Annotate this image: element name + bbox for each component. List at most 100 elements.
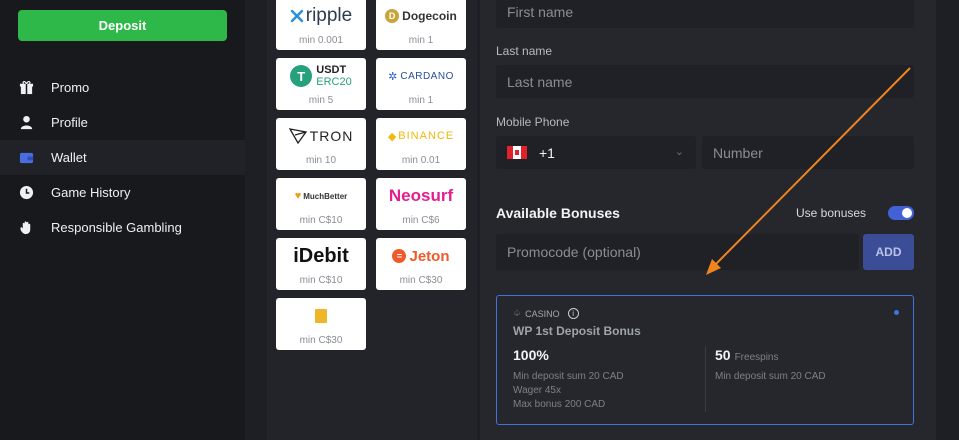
binance-logo: ◆ BINANCE xyxy=(376,122,466,150)
cardano-min: min 1 xyxy=(408,95,434,106)
muchbetter-logo: ♥ MuchBetter xyxy=(276,182,366,210)
dogecoin-icon: D xyxy=(385,9,400,23)
first-name-field[interactable]: First name xyxy=(496,0,914,28)
payment-method-neosurf[interactable]: Neosurf min C$6 xyxy=(376,178,466,230)
payment-method-usdt-erc20[interactable]: T USDT ERC20 min 5 xyxy=(276,58,366,110)
sidebar-item-game-history[interactable]: Game History xyxy=(0,175,245,210)
other-method-min: min C$30 xyxy=(299,335,343,346)
neosurf-logo: Neosurf xyxy=(376,182,466,210)
dogecoin-name: Dogecoin xyxy=(402,9,457,23)
muchbetter-name: MuchBetter xyxy=(303,191,348,201)
use-bonuses-label: Use bonuses xyxy=(796,206,867,220)
sidebar-item-responsible-gambling[interactable]: Responsible Gambling xyxy=(0,210,245,245)
muchbetter-min: min C$10 xyxy=(299,215,343,226)
sidebar: Deposit Promo Profile Wallet Game Histor… xyxy=(0,0,245,440)
tron-min: min 10 xyxy=(305,155,336,166)
bonus-category: ♤ CASINO i xyxy=(513,308,579,319)
payment-method-ripple[interactable]: ripple min 0.001 xyxy=(276,0,366,50)
info-icon[interactable]: i xyxy=(567,308,579,319)
payment-method-tron[interactable]: TRON min 10 xyxy=(276,118,366,170)
neosurf-min: min C$6 xyxy=(402,215,440,226)
freespins-label: Freespins xyxy=(734,352,779,363)
phone-number-placeholder: Number xyxy=(713,144,763,161)
deposit-form: First name Last name Last name Mobile Ph… xyxy=(480,0,936,440)
gift-icon xyxy=(18,80,34,96)
tether-icon: T xyxy=(290,65,313,87)
sidebar-item-label: Game History xyxy=(51,185,131,200)
wallet-icon xyxy=(18,150,34,166)
last-name-field[interactable]: Last name xyxy=(496,65,914,98)
bonus-divider xyxy=(705,346,706,412)
binance-icon: ◆ xyxy=(387,130,397,143)
dogecoin-min: min 1 xyxy=(408,35,434,46)
usdt-logo: T USDT ERC20 xyxy=(276,62,366,90)
erc20-name: ERC20 xyxy=(316,76,352,88)
payment-method-dogecoin[interactable]: D Dogecoin min 1 xyxy=(376,0,466,50)
wallet-page: Deposit Promo Profile Wallet Game Histor… xyxy=(0,0,959,440)
sidebar-item-label: Responsible Gambling xyxy=(51,220,182,235)
ripple-logo: ripple xyxy=(276,2,366,30)
bonus-percent: 100% xyxy=(513,347,549,363)
phone-country-code: +1 xyxy=(539,144,555,161)
dogecoin-logo: D Dogecoin xyxy=(376,2,466,30)
bonus-card[interactable]: ♤ CASINO i WP 1st Deposit Bonus 100% Min… xyxy=(496,295,914,425)
idebit-min: min C$10 xyxy=(299,275,343,286)
payment-methods-panel: ripple min 0.001 D Dogecoin min 1 T USDT… xyxy=(267,0,477,440)
cardano-name: CARDANO xyxy=(400,70,454,82)
card-icon xyxy=(315,309,327,323)
hand-icon xyxy=(18,220,34,236)
payment-method-binance[interactable]: ◆ BINANCE min 0.01 xyxy=(376,118,466,170)
cardano-logo: ✲ CARDANO xyxy=(376,62,466,90)
freespins-count: 50 xyxy=(715,347,731,363)
muchbetter-icon: ♥ xyxy=(294,190,302,202)
jeton-icon: = xyxy=(392,249,407,263)
payment-method-other[interactable]: min C$30 xyxy=(276,298,366,350)
right-gutter xyxy=(936,0,959,440)
use-bonuses-toggle[interactable] xyxy=(888,206,914,220)
ripple-min: min 0.001 xyxy=(299,35,343,46)
first-name-placeholder: First name xyxy=(507,3,574,20)
last-name-label: Last name xyxy=(496,44,553,58)
payment-method-cardano[interactable]: ✲ CARDANO min 1 xyxy=(376,58,466,110)
promocode-input[interactable]: Promocode (optional) xyxy=(496,234,859,270)
binance-name: BINANCE xyxy=(398,130,455,142)
tron-icon xyxy=(288,128,307,144)
jeton-min: min C$30 xyxy=(399,275,443,286)
usdt-min: min 5 xyxy=(308,95,334,106)
deposit-button[interactable]: Deposit xyxy=(18,10,227,41)
payment-method-jeton[interactable]: = Jeton min C$30 xyxy=(376,238,466,290)
sidebar-item-profile[interactable]: Profile xyxy=(0,105,245,140)
tron-name: TRON xyxy=(309,128,354,144)
cardano-icon: ✲ xyxy=(388,70,398,83)
last-name-placeholder: Last name xyxy=(507,73,573,90)
sidebar-nav: Promo Profile Wallet Game History Respon… xyxy=(0,70,245,245)
payment-method-muchbetter[interactable]: ♥ MuchBetter min C$10 xyxy=(276,178,366,230)
other-method-logo xyxy=(276,302,366,330)
bonus-min-deposit: Min deposit sum 20 CAD xyxy=(513,371,624,382)
bonus-name: WP 1st Deposit Bonus xyxy=(513,324,641,338)
jeton-logo: = Jeton xyxy=(376,242,466,270)
chevron-down-icon: ⌄ xyxy=(674,146,684,158)
sidebar-item-label: Promo xyxy=(51,80,90,95)
idebit-name: iDebit xyxy=(293,244,349,267)
available-bonuses-title: Available Bonuses xyxy=(496,205,620,221)
casino-icon: ♤ xyxy=(513,308,522,318)
jeton-name: Jeton xyxy=(409,247,450,265)
usdt-name: USDT xyxy=(316,64,347,76)
add-promocode-button[interactable]: ADD xyxy=(863,234,914,270)
sidebar-item-label: Profile xyxy=(51,115,88,130)
phone-number-field[interactable]: Number xyxy=(702,136,914,169)
freespins-min-deposit: Min deposit sum 20 CAD xyxy=(715,371,826,382)
mobile-phone-label: Mobile Phone xyxy=(496,115,570,129)
bonus-terms: Min deposit sum 20 CAD Wager 45x Max bon… xyxy=(513,370,624,412)
canada-flag-icon xyxy=(507,146,527,159)
bonus-wager: Wager 45x xyxy=(513,385,561,396)
sidebar-item-wallet[interactable]: Wallet xyxy=(0,140,245,175)
sidebar-item-promo[interactable]: Promo xyxy=(0,70,245,105)
bonus-selected-indicator xyxy=(894,310,899,315)
payment-method-idebit[interactable]: iDebit min C$10 xyxy=(276,238,366,290)
phone-country-select[interactable]: +1 ⌄ xyxy=(496,136,696,169)
bonus-max: Max bonus 200 CAD xyxy=(513,399,606,410)
bonus-category-label: CASINO xyxy=(525,308,560,319)
binance-min: min 0.01 xyxy=(401,155,441,166)
